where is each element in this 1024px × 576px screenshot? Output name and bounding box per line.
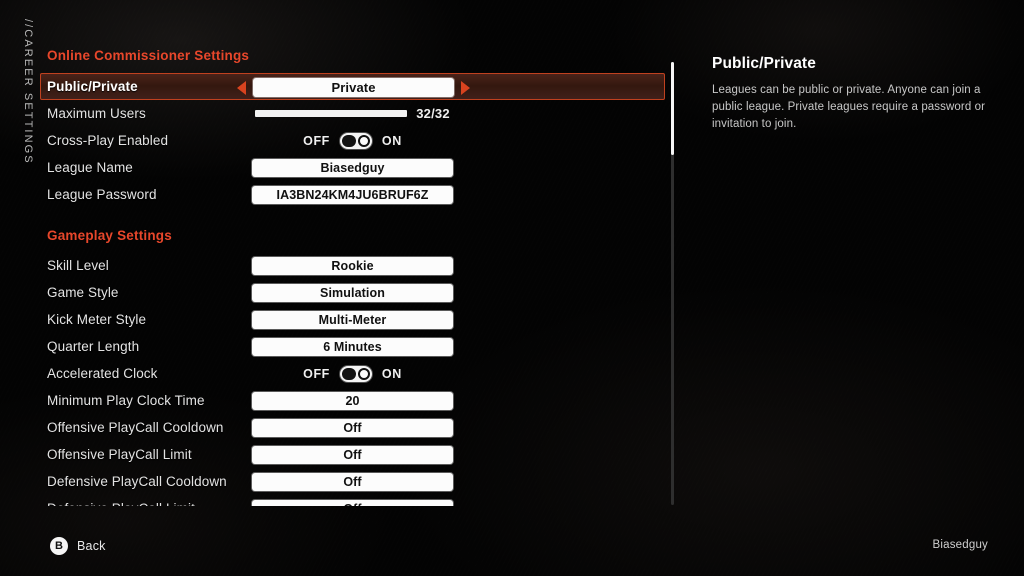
settings-row-value[interactable]: Private [253, 78, 454, 97]
section-header: Gameplay Settings [47, 228, 172, 243]
settings-row[interactable]: Kick Meter Style Multi-Meter [40, 306, 665, 333]
settings-row-value[interactable]: 20 [252, 391, 453, 410]
settings-row-label: Offensive PlayCall Cooldown [47, 420, 224, 435]
settings-list[interactable]: Online Commissioner Settings Public/Priva… [40, 46, 665, 506]
settings-row-label: League Password [47, 187, 157, 202]
info-panel-description: Leagues can be public or private. Anyone… [712, 84, 986, 130]
career-settings-tab: //CAREER SETTINGS [0, 0, 34, 576]
slider-track[interactable] [255, 110, 408, 117]
settings-row-value[interactable]: Rookie [252, 256, 453, 275]
toggle-control[interactable]: OFF ON [303, 365, 402, 382]
toggle-switch[interactable] [339, 365, 372, 382]
settings-row[interactable]: Skill Level Rookie [40, 252, 665, 279]
section-header: Online Commissioner Settings [47, 48, 250, 63]
toggle-knob [357, 134, 370, 147]
settings-row-value[interactable]: Off [252, 499, 453, 506]
settings-row-value[interactable]: Off [252, 472, 453, 491]
settings-row[interactable]: Accelerated Clock OFF ON [40, 360, 665, 387]
game-settings-screen: //CAREER SETTINGS Online Commissioner Se… [0, 0, 1024, 576]
settings-row-label: Offensive PlayCall Limit [47, 447, 192, 462]
settings-row[interactable]: Defensive PlayCall Limit Off [40, 495, 665, 506]
settings-row-label: Skill Level [47, 258, 109, 273]
settings-row[interactable]: Defensive PlayCall Cooldown Off [40, 468, 665, 495]
settings-row-label: Kick Meter Style [47, 312, 147, 327]
toggle-switch[interactable] [339, 132, 372, 149]
settings-row-label: Game Style [47, 285, 119, 300]
settings-row-label: Defensive PlayCall Cooldown [47, 474, 227, 489]
settings-row[interactable]: Maximum Users 32/32 [40, 100, 665, 127]
toggle-off-label: OFF [303, 366, 330, 381]
scrollbar-thumb[interactable] [671, 62, 674, 155]
settings-row-control: Rookie [40, 252, 665, 279]
settings-row-control: Biasedguy [40, 154, 665, 181]
button-b-icon: B [50, 537, 68, 555]
slider-control[interactable]: 32/32 [255, 106, 450, 121]
user-name: Biasedguy [932, 539, 988, 551]
back-button-label: Back [77, 539, 106, 553]
settings-row-value[interactable]: Off [252, 445, 453, 464]
settings-row-control: Simulation [40, 279, 665, 306]
toggle-knob [357, 367, 370, 380]
settings-row-value[interactable]: 6 Minutes [252, 337, 453, 356]
settings-row[interactable]: League Name Biasedguy [40, 154, 665, 181]
toggle-control[interactable]: OFF ON [303, 132, 402, 149]
settings-row-value[interactable]: Multi-Meter [252, 310, 453, 329]
settings-row-label: Public/Private [47, 79, 138, 94]
toggle-on-label: ON [381, 133, 402, 148]
bottom-bar: B Back Biasedguy [0, 520, 1024, 576]
settings-row-label: Quarter Length [47, 339, 140, 354]
back-button[interactable]: B Back [50, 537, 106, 555]
previous-option-arrow-icon[interactable] [237, 80, 246, 95]
settings-row-value[interactable]: Off [252, 418, 453, 437]
settings-row[interactable]: Offensive PlayCall Limit Off [40, 441, 665, 468]
settings-row-label: Accelerated Clock [47, 366, 158, 381]
settings-row-label: League Name [47, 160, 133, 175]
toggle-off-label: OFF [303, 133, 330, 148]
career-settings-tab-label: //CAREER SETTINGS [22, 19, 34, 165]
settings-row-value[interactable]: Simulation [252, 283, 453, 302]
settings-row[interactable]: Quarter Length 6 Minutes [40, 333, 665, 360]
settings-row[interactable]: Public/Private Private [40, 73, 665, 100]
info-panel: Public/Private Leagues can be public or … [712, 55, 990, 133]
next-option-arrow-icon[interactable] [461, 80, 470, 95]
settings-row-label: Cross-Play Enabled [47, 133, 169, 148]
slider-fill [255, 110, 408, 117]
settings-row[interactable]: Minimum Play Clock Time 20 [40, 387, 665, 414]
settings-row[interactable]: League Password IA3BN24KM4JU6BRUF6Z [40, 181, 665, 208]
slider-value-label: 32/32 [416, 106, 450, 121]
settings-row-value[interactable]: Biasedguy [252, 158, 453, 177]
toggle-on-label: ON [381, 366, 402, 381]
info-panel-title: Public/Private [712, 55, 816, 72]
settings-row[interactable]: Offensive PlayCall Cooldown Off [40, 414, 665, 441]
settings-row[interactable]: Game Style Simulation [40, 279, 665, 306]
settings-row-label: Defensive PlayCall Limit [40, 501, 195, 506]
settings-row-label: Minimum Play Clock Time [47, 393, 205, 408]
settings-row[interactable]: Cross-Play Enabled OFF ON [40, 127, 665, 154]
settings-row-value[interactable]: IA3BN24KM4JU6BRUF6Z [252, 185, 453, 204]
settings-row-label: Maximum Users [47, 106, 146, 121]
settings-scrollbar[interactable] [671, 62, 674, 505]
